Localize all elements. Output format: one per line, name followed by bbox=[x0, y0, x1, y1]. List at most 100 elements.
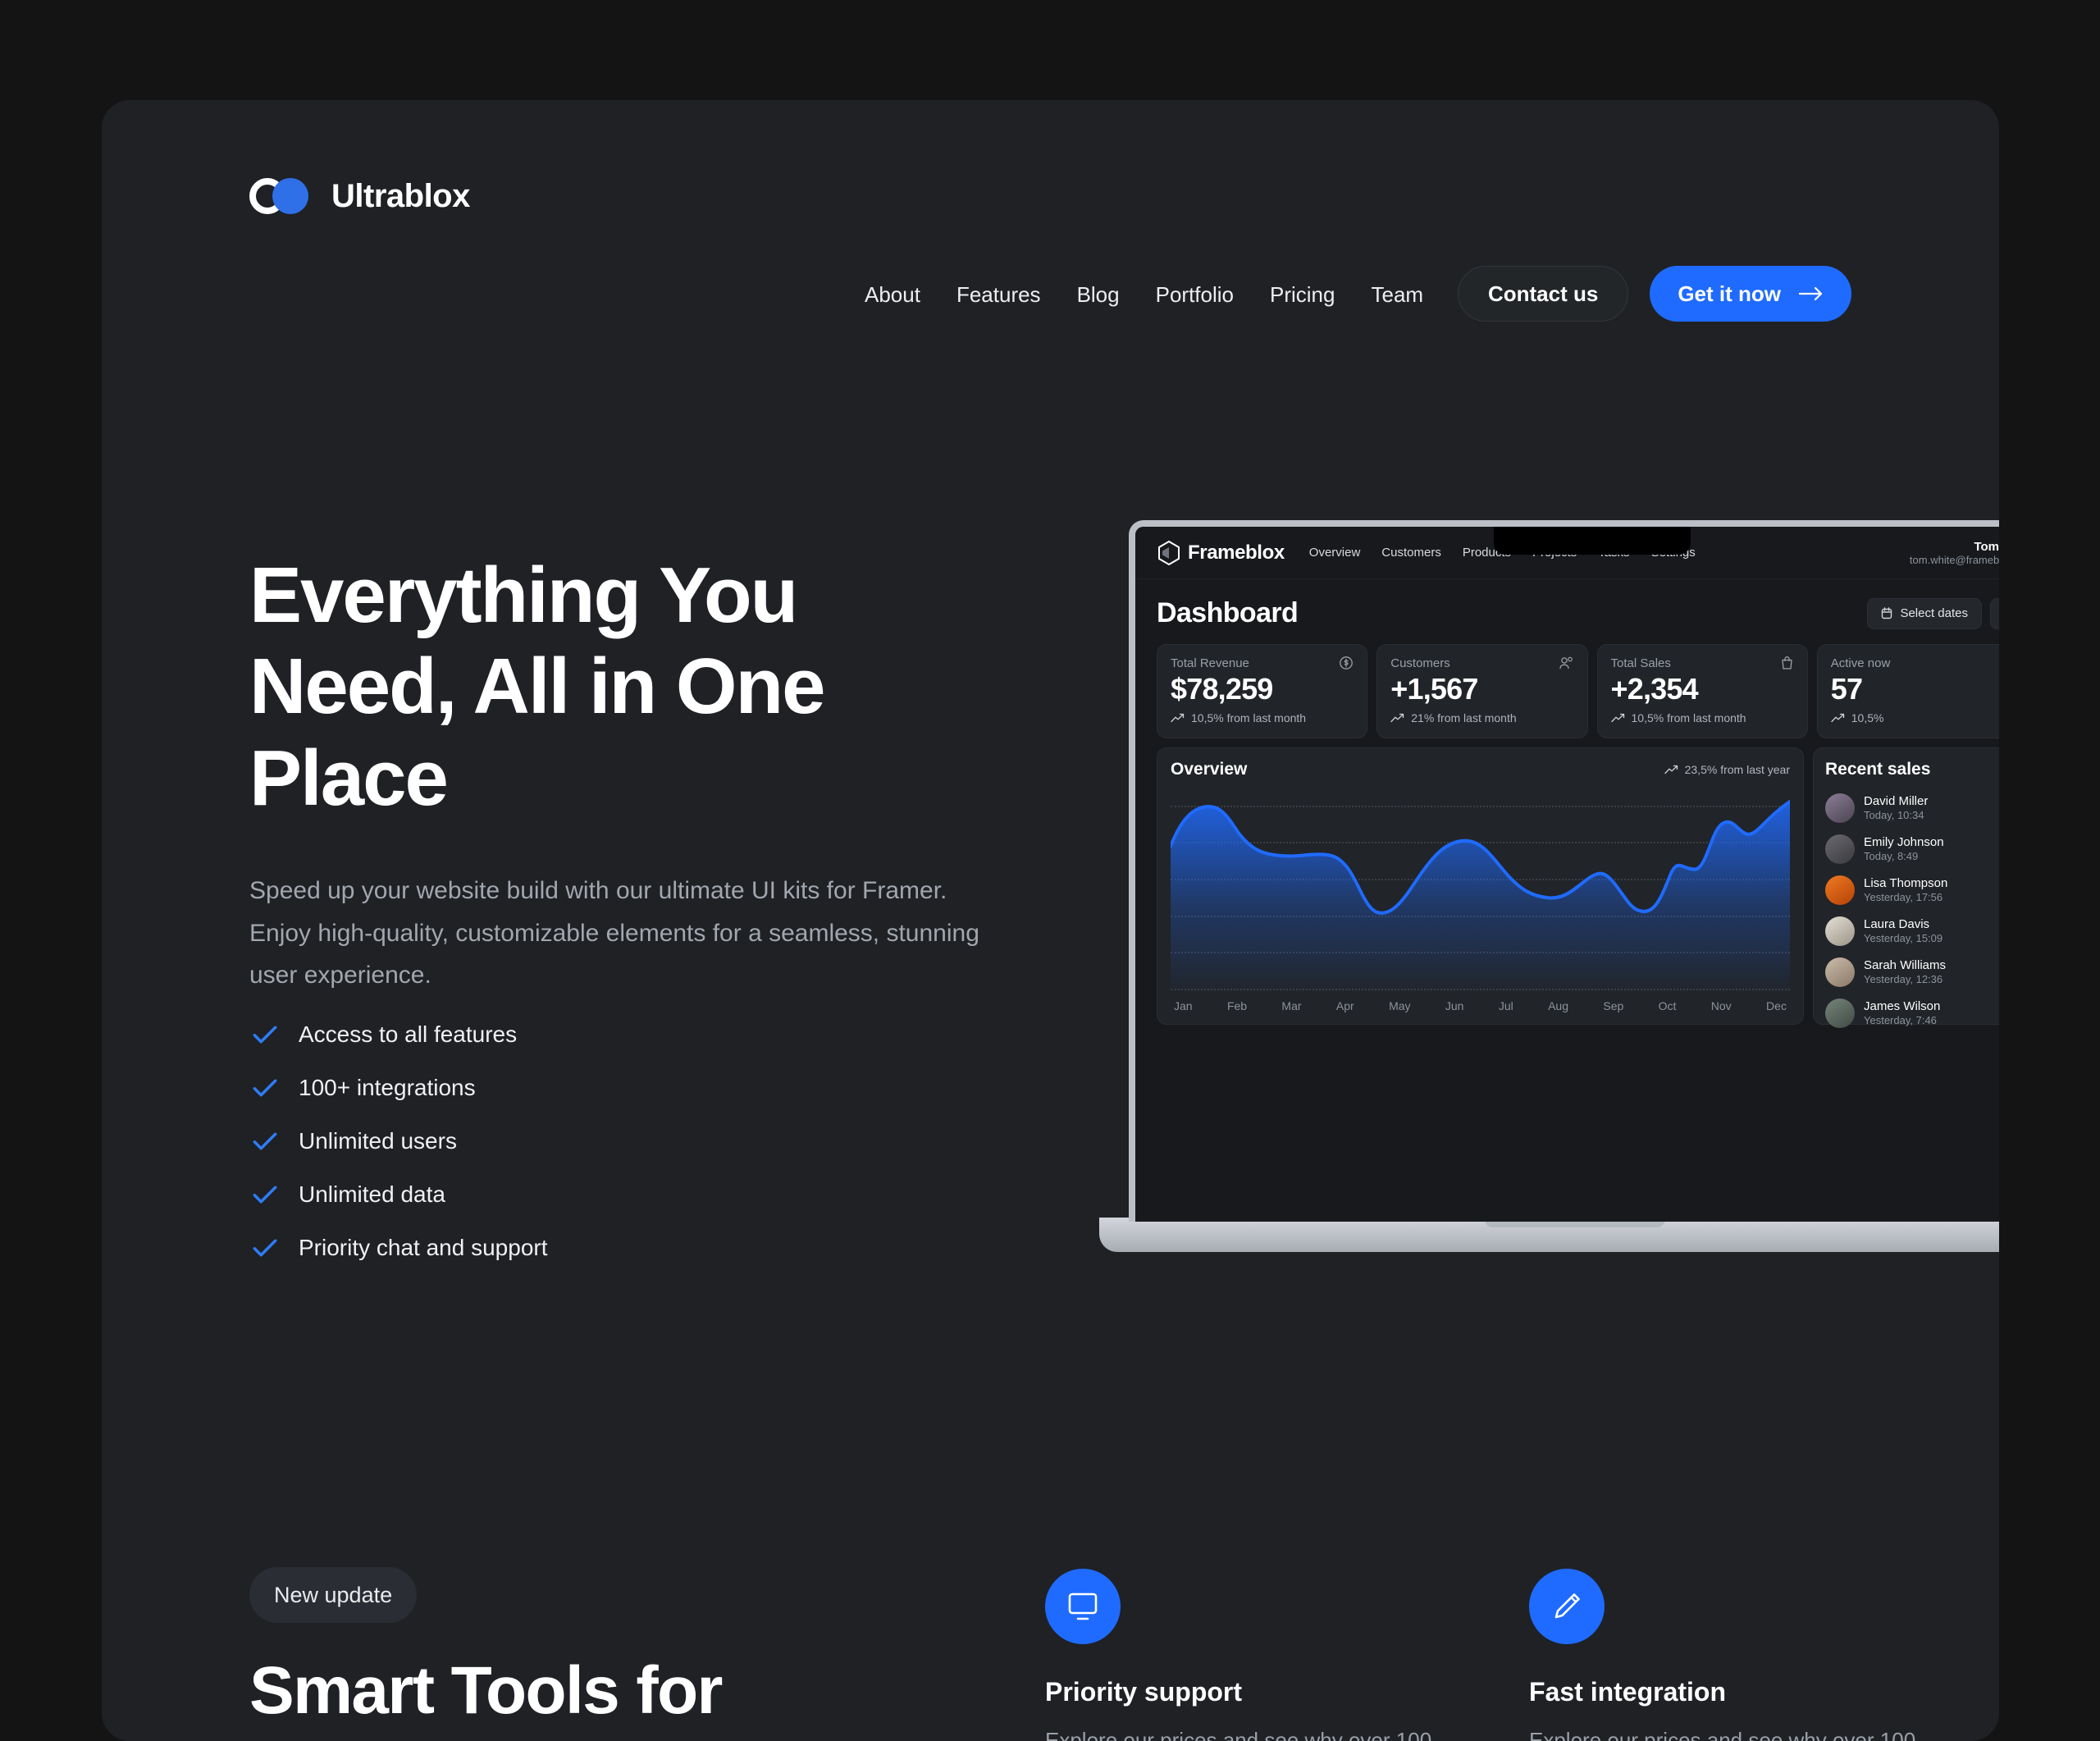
contact-us-button[interactable]: Contact us bbox=[1457, 266, 1629, 322]
dash-nav-customers[interactable]: Customers bbox=[1381, 546, 1441, 560]
frameblox-name: Frameblox bbox=[1188, 541, 1285, 564]
x-tick-oct: Oct bbox=[1658, 999, 1677, 1012]
kpi-card-total-revenue: Total Revenue $78,259 10,5% from last mo… bbox=[1157, 644, 1368, 738]
check-icon bbox=[253, 1132, 277, 1150]
avatar bbox=[1825, 916, 1855, 946]
site-header: Ultrablox About Features Blog Portfolio … bbox=[102, 100, 1999, 322]
list-item-label: Priority chat and support bbox=[299, 1235, 548, 1260]
x-tick-dec: Dec bbox=[1766, 999, 1787, 1012]
sale-time: Yesterday, 12:36 bbox=[1864, 973, 1943, 986]
sale-time: Yesterday, 7:46 bbox=[1864, 1014, 1937, 1027]
frameblox-logo[interactable]: Frameblox bbox=[1157, 540, 1285, 566]
kpi-delta: 21% from last month bbox=[1390, 711, 1573, 724]
list-item[interactable]: Emily Johnson Today, 8:49 bbox=[1825, 829, 1999, 870]
recent-sales-card: Recent sales David Miller Today, 10:34 E… bbox=[1813, 747, 1999, 1028]
kpi-delta: 10,5% from last month bbox=[1171, 711, 1354, 724]
kpi-value: 57 bbox=[1830, 672, 1863, 706]
user-name: Tom White bbox=[1974, 539, 1999, 554]
x-tick-may: May bbox=[1389, 999, 1411, 1012]
get-it-now-label: Get it now bbox=[1678, 281, 1781, 306]
pencil-icon bbox=[1554, 1593, 1580, 1619]
recent-sales-title: Recent sales bbox=[1825, 760, 1931, 779]
ultrablox-logo-icon bbox=[249, 176, 317, 216]
list-item[interactable]: James Wilson Yesterday, 7:46 bbox=[1825, 993, 1999, 1034]
laptop-mockup: Frameblox Overview Customers Products Pr… bbox=[1099, 510, 1999, 1252]
page-title: Everything You Need, All in One Place bbox=[249, 551, 826, 822]
feature-card-fast-integration: Fast integration Explore our prices and … bbox=[1529, 1569, 1988, 1741]
list-item: Unlimited users bbox=[249, 1124, 548, 1158]
kpi-label: Total Sales bbox=[1610, 656, 1671, 670]
nav-item-features[interactable]: Features bbox=[956, 282, 1041, 308]
sale-name: Lisa Thompson bbox=[1864, 875, 1948, 890]
get-it-now-button[interactable]: Get it now bbox=[1650, 266, 1851, 322]
kpi-delta: 10,5% from last month bbox=[1610, 711, 1794, 724]
list-item: Priority chat and support bbox=[249, 1231, 548, 1265]
nav-item-about[interactable]: About bbox=[865, 282, 920, 308]
select-dates-label: Select dates bbox=[1900, 606, 1968, 620]
overview-chart-card: Overview 23,5% from last year Jan Feb Ma… bbox=[1157, 747, 1804, 1025]
trend-up-icon bbox=[1664, 765, 1678, 775]
x-tick-jan: Jan bbox=[1174, 999, 1193, 1012]
more-options-button[interactable] bbox=[1990, 597, 1999, 629]
x-tick-mar: Mar bbox=[1281, 999, 1302, 1012]
page-container: Ultrablox About Features Blog Portfolio … bbox=[102, 100, 1999, 1741]
kpi-delta-label: 21% from last month bbox=[1411, 711, 1517, 724]
kpi-card-customers: Customers +1,567 21% from last month bbox=[1376, 644, 1588, 738]
list-item[interactable]: David Miller Today, 10:34 bbox=[1825, 788, 1999, 829]
chart-title: Overview bbox=[1171, 760, 1248, 779]
x-tick-aug: Aug bbox=[1548, 999, 1568, 1012]
list-item[interactable]: Lisa Thompson Yesterday, 17:56 bbox=[1825, 870, 1999, 911]
list-item: 100+ integrations bbox=[249, 1071, 548, 1105]
monitor-icon-wrap bbox=[1045, 1569, 1121, 1644]
dash-nav-overview[interactable]: Overview bbox=[1309, 546, 1361, 560]
avatar bbox=[1825, 875, 1855, 905]
screen-notch bbox=[1494, 527, 1691, 555]
nav-item-blog[interactable]: Blog bbox=[1077, 282, 1120, 308]
check-icon bbox=[253, 1239, 277, 1257]
dollar-circle-icon bbox=[1340, 656, 1354, 669]
x-tick-jul: Jul bbox=[1498, 999, 1513, 1012]
dashboard-user[interactable]: Tom White tom.white@frameblox.com bbox=[1910, 540, 1999, 566]
sale-time: Today, 10:34 bbox=[1864, 809, 1924, 822]
x-tick-apr: Apr bbox=[1335, 999, 1354, 1012]
select-dates-button[interactable]: Select dates bbox=[1867, 597, 1982, 629]
avatar bbox=[1825, 793, 1855, 823]
x-tick-nov: Nov bbox=[1710, 999, 1732, 1012]
kpi-label: Total Revenue bbox=[1171, 656, 1249, 670]
kpi-grid: Total Revenue $78,259 10,5% from last mo… bbox=[1157, 644, 1999, 738]
check-icon bbox=[253, 1186, 277, 1204]
sale-name: James Wilson bbox=[1864, 998, 1941, 1013]
kpi-value: +2,354 bbox=[1610, 672, 1699, 706]
kpi-card-total-sales: Total Sales +2,354 10,5% from last month bbox=[1596, 644, 1808, 738]
monitor-icon bbox=[1068, 1592, 1098, 1620]
brand-logo[interactable]: Ultrablox bbox=[249, 176, 470, 216]
chart-delta-label: 23,5% from last year bbox=[1684, 763, 1790, 776]
brand-name: Ultrablox bbox=[331, 177, 470, 214]
trend-up-icon bbox=[1831, 713, 1844, 723]
chart-x-axis: Jan Feb Mar Apr May Jun Jul Aug Sep Oct bbox=[1171, 993, 1790, 1016]
list-item[interactable]: Sarah Williams Yesterday, 12:36 bbox=[1825, 952, 1999, 993]
feature-checklist: Access to all features 100+ integrations… bbox=[249, 1017, 548, 1265]
chart-svg bbox=[1171, 799, 1790, 993]
arrow-right-icon bbox=[1799, 286, 1823, 301]
dashboard-title-row: Dashboard Select dates bbox=[1157, 597, 1999, 629]
feature-card-text: Explore our prices and see why over 100 … bbox=[1529, 1728, 1916, 1741]
feature-card-title: Priority support bbox=[1045, 1677, 1243, 1707]
nav-item-portfolio[interactable]: Portfolio bbox=[1156, 282, 1234, 308]
kpi-delta-label: 10,5% from last month bbox=[1631, 711, 1746, 724]
list-item[interactable]: Laura Davis Yesterday, 15:09 bbox=[1825, 911, 1999, 952]
nav-item-pricing[interactable]: Pricing bbox=[1270, 282, 1335, 308]
dashboard-actions: Select dates bbox=[1867, 597, 1999, 629]
chart-header: Overview 23,5% from last year bbox=[1171, 760, 1790, 779]
laptop-screen: Frameblox Overview Customers Products Pr… bbox=[1129, 520, 1999, 1222]
hexagon-icon bbox=[1158, 540, 1180, 565]
list-item-label: 100+ integrations bbox=[299, 1075, 476, 1100]
nav-item-team[interactable]: Team bbox=[1371, 282, 1423, 308]
section-title: Smart Tools for Effortless Use bbox=[249, 1653, 723, 1741]
kpi-delta-label: 10,5% from last month bbox=[1191, 711, 1307, 724]
sale-name: David Miller bbox=[1864, 793, 1929, 808]
list-item-label: Unlimited users bbox=[299, 1128, 457, 1154]
trend-up-icon bbox=[1171, 713, 1185, 723]
kpi-label: Active now bbox=[1830, 656, 1891, 670]
status-badge: New update bbox=[249, 1567, 418, 1623]
